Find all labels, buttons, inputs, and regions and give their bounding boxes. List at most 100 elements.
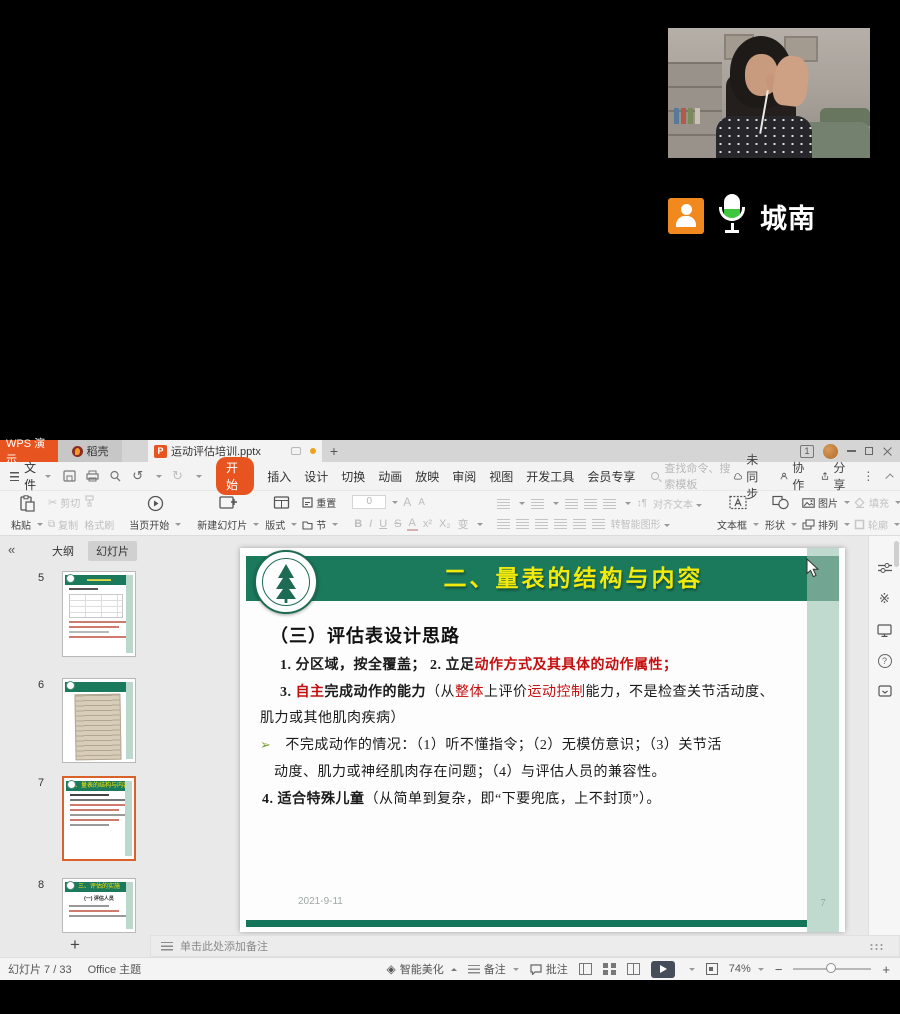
- redo-icon[interactable]: ↻: [172, 468, 183, 484]
- menu-view[interactable]: 视图: [489, 468, 513, 485]
- outline-button[interactable]: 轮廓: [854, 517, 900, 532]
- slide-thumbnail-8[interactable]: 三、评估的实施 (一) 评估人员: [62, 878, 136, 933]
- font-color-button[interactable]: A: [407, 517, 418, 531]
- columns-icon[interactable]: [573, 519, 586, 529]
- section-button[interactable]: 节: [302, 517, 338, 532]
- textbox-button[interactable]: 文本框: [714, 494, 762, 533]
- copy-button[interactable]: ⧉复制: [48, 517, 80, 532]
- shrink-font-button[interactable]: A: [416, 497, 427, 508]
- justify-icon[interactable]: [554, 519, 567, 529]
- increase-indent-icon[interactable]: [584, 499, 597, 509]
- tab-slides[interactable]: 幻灯片: [88, 541, 137, 561]
- menu-file[interactable]: 文件: [24, 459, 42, 493]
- menu-review[interactable]: 审阅: [452, 468, 476, 485]
- align-text-button[interactable]: 对齐文本: [653, 496, 702, 511]
- collapse-ribbon-icon[interactable]: [886, 473, 894, 481]
- beautify-sparkle-icon[interactable]: ※: [879, 591, 890, 607]
- slide-line-6: 4. 适合特殊儿童（从简单到复杂，即“下要兜底，上不封顶”）。: [262, 788, 661, 808]
- play-from-current-button[interactable]: 当页开始: [126, 494, 184, 533]
- italic-button[interactable]: I: [367, 518, 374, 530]
- save-icon[interactable]: [63, 470, 76, 482]
- smart-beautify-button[interactable]: ◈ 智能美化: [387, 961, 457, 977]
- normal-view-button[interactable]: [579, 963, 592, 975]
- menu-design[interactable]: 设计: [304, 468, 328, 485]
- text-direction-icon[interactable]: [603, 499, 616, 509]
- bold-button[interactable]: B: [352, 518, 364, 530]
- slide-line-2: 3. 自主完成动作的能力（从整体上评价运动控制能力，不是检查关节活动度、: [280, 681, 774, 701]
- print-icon[interactable]: [86, 470, 99, 482]
- slide-canvas[interactable]: 二、量表的结构与内容 （三）评估表设计思路 1. 分区域，按全覆盖； 2. 立足…: [240, 548, 845, 932]
- undo-icon[interactable]: ↺: [132, 468, 143, 484]
- font-group: 0 A A B I U S A x² X₂ 变: [350, 494, 484, 533]
- align-right-icon[interactable]: [535, 519, 548, 529]
- align-left-icon[interactable]: [497, 519, 510, 529]
- tab-outline[interactable]: 大纲: [44, 541, 82, 561]
- scrollbar-thumb[interactable]: [894, 541, 899, 567]
- zoom-level[interactable]: 74%: [729, 963, 764, 975]
- font-size-input[interactable]: 0: [352, 495, 386, 509]
- menu-devtools[interactable]: 开发工具: [526, 468, 574, 485]
- notes-input[interactable]: 单击此处添加备注: [150, 935, 900, 957]
- slideshow-play-button[interactable]: [651, 961, 675, 978]
- zoom-slider[interactable]: [793, 968, 871, 970]
- menu-transition[interactable]: 切换: [341, 468, 365, 485]
- more-menu-button[interactable]: ⋮: [862, 469, 874, 483]
- decrease-indent-icon[interactable]: [565, 499, 578, 509]
- format-painter-button[interactable]: [84, 495, 114, 507]
- layout-button[interactable]: 版式: [262, 494, 300, 533]
- command-search-input[interactable]: 查找命令、搜索模板: [651, 460, 733, 492]
- theme-name[interactable]: Office 主题: [88, 961, 142, 977]
- cut-button[interactable]: ✂剪切: [48, 495, 80, 510]
- screen-cast-icon[interactable]: [877, 624, 892, 637]
- grow-font-button[interactable]: A: [401, 495, 413, 509]
- paste-button[interactable]: 粘贴: [8, 494, 46, 533]
- comments-button[interactable]: 批注: [530, 961, 568, 977]
- reset-button[interactable]: 重置: [302, 495, 338, 510]
- slide-thumbnail-7-current[interactable]: 二、量表的结构与内容: [62, 776, 136, 861]
- superscript-button[interactable]: x²: [421, 518, 434, 530]
- close-button[interactable]: [882, 446, 892, 456]
- new-tab-button[interactable]: +: [322, 440, 346, 462]
- fill-button[interactable]: 填充: [854, 495, 900, 510]
- menu-insert[interactable]: 插入: [267, 468, 291, 485]
- collaborate-button[interactable]: 协作: [780, 459, 808, 493]
- microphone-icon: [715, 193, 749, 239]
- zoom-out-button[interactable]: −: [775, 962, 783, 977]
- menu-animation[interactable]: 动画: [378, 468, 402, 485]
- arrange-button[interactable]: 排列: [802, 517, 850, 532]
- align-center-icon[interactable]: [516, 519, 529, 529]
- text-effect-button[interactable]: 变: [456, 516, 471, 532]
- menu-slideshow[interactable]: 放映: [415, 468, 439, 485]
- preview-icon[interactable]: [109, 470, 122, 482]
- line-spacing-icon[interactable]: ↕¶: [637, 498, 647, 509]
- splitter-handle[interactable]: [869, 943, 885, 950]
- share-button[interactable]: 分享: [821, 459, 849, 493]
- slide-thumbnail-6[interactable]: [62, 678, 136, 763]
- notes-toggle-button[interactable]: 备注: [468, 961, 519, 977]
- zoom-slider-knob[interactable]: [826, 963, 836, 973]
- slide-sorter-view-button[interactable]: [603, 963, 616, 975]
- zoom-in-button[interactable]: +: [882, 962, 890, 977]
- slide-thumbnail-5[interactable]: ▬▬▬▬: [62, 571, 136, 657]
- picture-button[interactable]: 图片: [802, 495, 850, 510]
- underline-button[interactable]: U: [377, 518, 389, 530]
- bullet-list-icon[interactable]: [497, 499, 510, 509]
- outline-level-icon[interactable]: [592, 519, 605, 529]
- to-smartart-button[interactable]: 转智能图形: [611, 516, 670, 531]
- toolbox-icon[interactable]: [878, 685, 892, 697]
- shapes-button[interactable]: 形状: [762, 494, 800, 533]
- hamburger-icon[interactable]: [10, 472, 19, 481]
- add-slide-button[interactable]: +: [70, 935, 80, 955]
- strike-button[interactable]: S: [392, 518, 403, 530]
- numbered-list-icon[interactable]: [531, 499, 544, 509]
- fit-to-window-button[interactable]: [706, 963, 718, 975]
- help-icon[interactable]: ?: [878, 654, 892, 668]
- menu-member[interactable]: 会员专享: [587, 468, 635, 485]
- collapse-panel-button[interactable]: «: [8, 542, 15, 557]
- new-slide-button[interactable]: 新建幻灯片: [194, 494, 262, 533]
- menu-home-tab[interactable]: 开始: [216, 457, 254, 495]
- tab-docer[interactable]: 稻壳: [58, 440, 122, 462]
- reading-view-button[interactable]: [627, 963, 640, 975]
- properties-tune-icon[interactable]: [878, 562, 892, 574]
- subscript-button[interactable]: X₂: [437, 518, 453, 530]
